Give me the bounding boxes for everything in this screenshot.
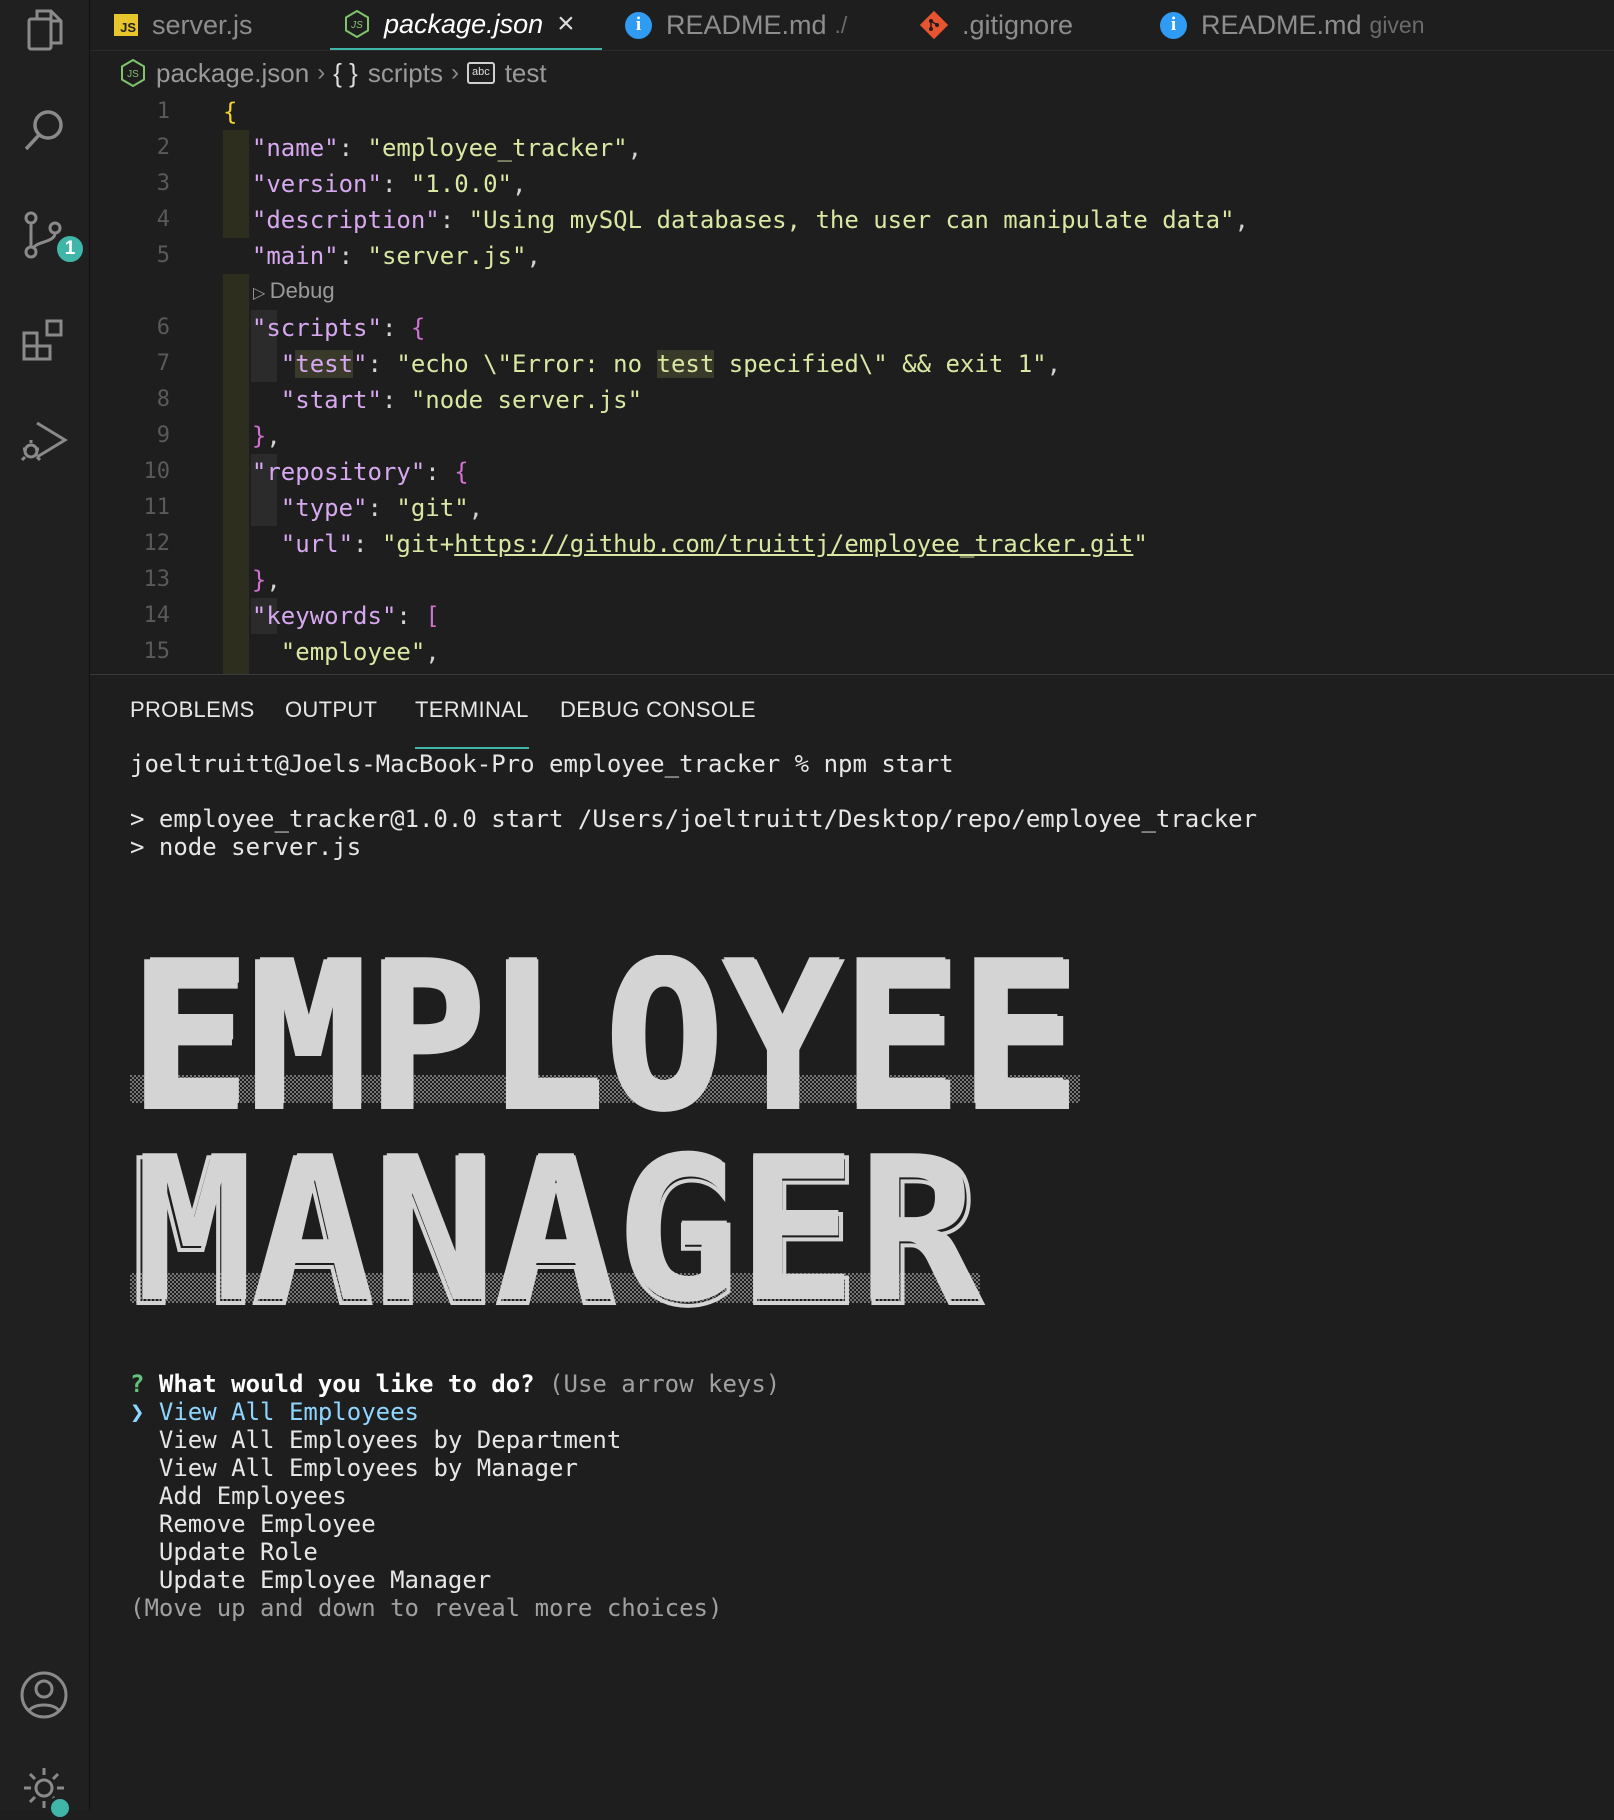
code-editor[interactable]: 1 2 3 4 5 6 7 8 9 10 11 12 13 14 15 { "n… — [90, 94, 1614, 760]
code-line: "scripts": { — [251, 314, 426, 342]
banner-manager: MANAGER MANAGER — [128, 1114, 985, 1353]
close-icon[interactable]: × — [557, 7, 575, 41]
choice-item[interactable]: View All Employees by Department — [130, 1426, 621, 1454]
tab-label: README.md — [666, 9, 827, 40]
codelens-label: Debug — [269, 278, 335, 303]
code-line: }, — [251, 566, 281, 594]
line-number: 8 — [156, 387, 170, 412]
explorer-icon[interactable] — [14, 0, 74, 60]
tab-server-js[interactable]: JS server.js — [114, 0, 253, 50]
pointer-icon: ❯ — [130, 1398, 145, 1426]
tab-hint: given — [1369, 11, 1425, 38]
run-debug-icon[interactable] — [14, 410, 74, 470]
braces-icon: { } — [333, 57, 358, 88]
line-number: 15 — [143, 639, 171, 664]
breadcrumb-leaf[interactable]: test — [505, 58, 547, 89]
code-line: { — [223, 98, 238, 126]
tab-label: README.md — [1201, 9, 1362, 40]
tab-package-json[interactable]: JS package.json × — [330, 0, 602, 50]
tab-readme-given[interactable]: i README.md given — [1160, 0, 1425, 50]
code-line: "keywords": [ — [251, 602, 440, 630]
code-line: "type": "git", — [280, 494, 484, 522]
chevron-right-icon: › — [317, 59, 326, 86]
choice-selected[interactable]: ❯ View All Employees — [130, 1398, 419, 1426]
nodejs-icon: JS — [120, 59, 146, 87]
code-line: "version": "1.0.0", — [251, 170, 527, 198]
tab-debug-console[interactable]: DEBUG CONSOLE — [560, 697, 756, 747]
terminal-output: > node server.js — [130, 833, 362, 861]
tab-hint: ./ — [834, 11, 848, 38]
line-number: 4 — [156, 207, 170, 232]
code-line: }, — [251, 422, 281, 450]
breadcrumb: JS package.json › { } scripts › abc test — [120, 54, 547, 92]
choice-item[interactable]: Add Employees — [130, 1482, 347, 1510]
source-control-icon[interactable]: 1 — [14, 205, 86, 265]
tab-output[interactable]: OUTPUT — [285, 697, 377, 747]
breadcrumb-section[interactable]: scripts — [368, 58, 443, 89]
tab-gitignore[interactable]: .gitignore — [920, 0, 1073, 50]
ascii-banner: EMPLOYEE EMPLOYEE MANAGER MANAGER — [128, 918, 1090, 1353]
code-line: "employee", — [280, 638, 440, 666]
accounts-icon[interactable] — [14, 1665, 74, 1725]
chevron-right-icon: › — [450, 59, 459, 86]
js-file-icon: JS — [114, 14, 138, 36]
code-line: "name": "employee_tracker", — [251, 134, 643, 162]
code-line: "main": "server.js", — [251, 242, 541, 270]
choice-footer-hint: (Move up and down to reveal more choices… — [130, 1594, 723, 1622]
code-line: "start": "node server.js" — [280, 386, 643, 414]
line-number: 7 — [156, 351, 170, 376]
line-number: 13 — [143, 567, 171, 592]
line-number: 10 — [143, 459, 171, 484]
info-icon: i — [625, 11, 652, 39]
code-line: "url": "git+https://github.com/truittj/e… — [280, 530, 1148, 558]
play-icon: ▷ — [253, 285, 270, 302]
line-number: 11 — [143, 495, 171, 520]
choice-item[interactable]: Update Employee Manager — [130, 1566, 491, 1594]
source-control-badge: 1 — [54, 233, 86, 265]
svg-text:JS: JS — [350, 20, 363, 31]
line-number: 12 — [143, 531, 171, 556]
choice-item[interactable]: Remove Employee — [130, 1510, 376, 1538]
repository-link[interactable]: https://github.com/truittj/employee_trac… — [454, 530, 1133, 558]
inquirer-question: ? What would you like to do? (Use arrow … — [130, 1370, 781, 1398]
line-number: 6 — [156, 315, 170, 340]
choice-item[interactable]: View All Employees by Manager — [130, 1454, 578, 1482]
banner-art: EMPLOYEE EMPLOYEE MANAGER MANAGER — [128, 918, 1082, 1353]
manage-gear-icon[interactable] — [14, 1758, 74, 1820]
string-icon: abc — [466, 62, 495, 84]
code-line: "test": "echo \"Error: no test specified… — [280, 350, 1062, 378]
tab-label: .gitignore — [962, 9, 1074, 40]
nodejs-icon: JS — [344, 10, 370, 38]
tab-readme-local[interactable]: i README.md ./ — [625, 0, 847, 50]
activity-bar: 1 — [0, 0, 90, 1820]
tab-terminal[interactable]: TERMINAL — [415, 697, 529, 749]
info-icon: i — [1160, 11, 1187, 39]
svg-text:MANAGER: MANAGER — [134, 1114, 979, 1325]
terminal-output: > employee_tracker@1.0.0 start /Users/jo… — [130, 805, 1258, 833]
editor-tabs: JS server.js JS package.json × i README.… — [90, 0, 1614, 51]
line-number: 14 — [143, 603, 171, 628]
tab-problems[interactable]: PROBLEMS — [130, 697, 255, 747]
git-icon — [920, 11, 948, 39]
search-icon[interactable] — [14, 100, 74, 160]
tab-label: package.json — [384, 8, 544, 39]
tab-label: server.js — [152, 9, 253, 40]
breadcrumb-file[interactable]: package.json — [156, 58, 309, 89]
line-number: 3 — [156, 171, 170, 196]
svg-text:JS: JS — [127, 69, 139, 80]
choice-item[interactable]: Update Role — [130, 1538, 318, 1566]
code-line: "repository": { — [251, 458, 469, 486]
line-number: 2 — [156, 135, 170, 160]
debug-codelens[interactable]: ▷ Debug — [253, 276, 335, 309]
terminal-prompt: joeltruitt@Joels-MacBook-Pro employee_tr… — [130, 750, 954, 778]
line-number: 1 — [156, 99, 170, 124]
line-number: 9 — [156, 423, 170, 448]
line-number: 5 — [156, 243, 170, 268]
code-line: "description": "Using mySQL databases, t… — [251, 206, 1249, 234]
gear-badge — [48, 1796, 72, 1820]
extensions-icon[interactable] — [14, 310, 74, 370]
